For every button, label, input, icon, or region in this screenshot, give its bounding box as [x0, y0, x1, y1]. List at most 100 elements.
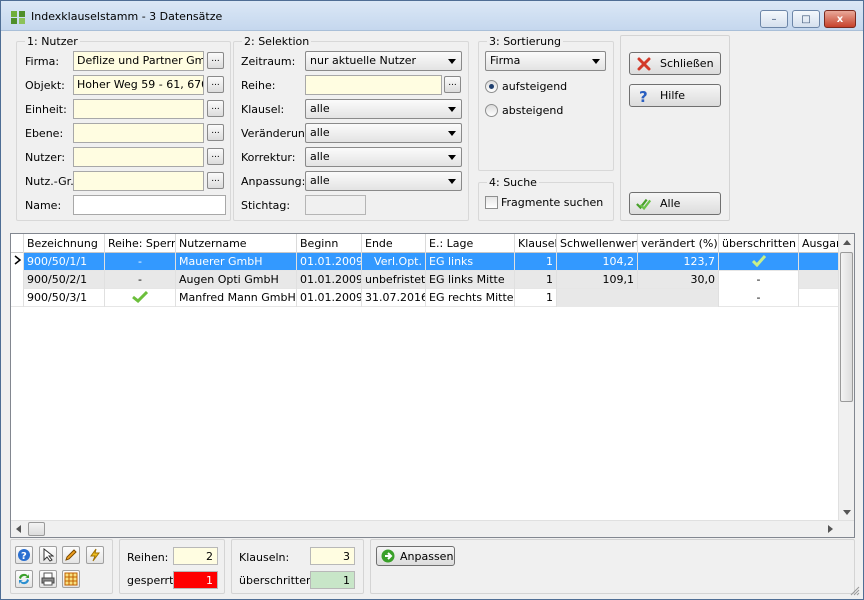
anpassen-label: Anpassen	[400, 549, 454, 563]
horizontal-scroll-thumb[interactable]	[28, 522, 45, 536]
nutzer-field[interactable]	[73, 147, 204, 167]
name-input[interactable]	[73, 195, 226, 215]
korrektur-select[interactable]: alle	[305, 147, 462, 167]
header-ende[interactable]: Ende	[362, 234, 426, 253]
objekt-browse-button[interactable]: ...	[207, 76, 224, 93]
einheit-browse-button[interactable]: ...	[207, 100, 224, 117]
header-beginn[interactable]: Beginn	[297, 234, 362, 253]
close-button[interactable]: x	[824, 10, 856, 28]
reihe-browse-button[interactable]: ...	[444, 76, 461, 93]
ebene-field[interactable]	[73, 123, 204, 143]
schliessen-label: Schließen	[660, 57, 714, 70]
objekt-field[interactable]: Hoher Weg 59 - 61, 67059	[73, 75, 204, 95]
help-tool-button[interactable]: ?	[15, 546, 33, 564]
firma-browse-button[interactable]: ...	[207, 52, 224, 69]
scroll-down-icon[interactable]	[843, 510, 851, 516]
resize-grip-icon[interactable]	[850, 586, 860, 596]
cell-bezeichnung: 900/50/2/1	[24, 271, 105, 289]
aufsteigend-label[interactable]: aufsteigend	[502, 80, 567, 93]
nutzgr-browse-button[interactable]: ...	[207, 172, 224, 189]
schliessen-button[interactable]: Schließen	[629, 52, 721, 75]
reihe-label: Reihe:	[241, 79, 276, 92]
refresh-tool-button[interactable]	[15, 570, 33, 588]
help-icon: ?	[18, 549, 30, 562]
veraenderung-select[interactable]: alle	[305, 123, 462, 143]
table-row[interactable]: 900/50/3/1 Manfred Mann GmbH 01.01.2009 …	[11, 289, 839, 307]
table-tool-button[interactable]	[62, 570, 80, 588]
header-ausgang[interactable]: Ausgan	[799, 234, 839, 253]
absteigend-label[interactable]: absteigend	[502, 104, 563, 117]
header-lage[interactable]: E.: Lage	[426, 234, 515, 253]
header-reihe-sperre[interactable]: Reihe: Sperre	[105, 234, 176, 253]
sortierung-select[interactable]: Firma	[485, 51, 606, 71]
ebene-label: Ebene:	[25, 127, 64, 140]
aufsteigend-radio[interactable]	[485, 80, 498, 93]
einheit-label: Einheit:	[25, 103, 67, 116]
title-bar: Indexklauselstamm - 3 Datensätze – □ x	[1, 1, 863, 31]
reihe-field[interactable]	[305, 75, 442, 95]
cell-beginn: 01.01.2009	[297, 271, 362, 289]
suche-group-title: 4: Suche	[487, 176, 539, 189]
cell-schwellenwert: 109,1	[557, 271, 638, 289]
header-schwellenwert[interactable]: Schwellenwert	[557, 234, 638, 253]
cell-ende: Verl.Opt.	[362, 253, 426, 271]
cell-sperre: -	[105, 271, 176, 289]
minimize-button[interactable]: –	[760, 10, 788, 28]
nutzer-browse-button[interactable]: ...	[207, 148, 224, 165]
korrektur-label: Korrektur:	[241, 151, 296, 164]
scroll-up-icon[interactable]	[843, 239, 851, 245]
table-row[interactable]: 900/50/2/1 - Augen Opti GmbH 01.01.2009 …	[11, 271, 839, 289]
chevron-down-icon	[592, 59, 600, 64]
refresh-icon	[19, 573, 29, 585]
einheit-field[interactable]	[73, 99, 204, 119]
pencil-icon	[65, 549, 77, 561]
klausel-select[interactable]: alle	[305, 99, 462, 119]
gesperrt-label: gesperrt:	[127, 574, 178, 587]
cell-sperre	[105, 289, 176, 307]
edit-tool-button[interactable]	[62, 546, 80, 564]
firma-field[interactable]: Deflize und Partner GmbH	[73, 51, 204, 71]
maximize-button[interactable]: □	[792, 10, 820, 28]
header-ueberschritten[interactable]: überschritten	[719, 234, 799, 253]
cell-ausgang	[799, 253, 839, 271]
fragmente-label[interactable]: Fragmente suchen	[501, 196, 603, 209]
alle-button[interactable]: Alle	[629, 192, 721, 215]
fragmente-checkbox[interactable]	[485, 196, 498, 209]
horizontal-scrollbar[interactable]	[11, 520, 854, 537]
cell-ueberschritten: -	[719, 289, 799, 307]
zeitraum-label: Zeitraum:	[241, 55, 296, 68]
svg-text:?: ?	[21, 551, 27, 562]
table-row[interactable]: 900/50/1/1 - Mauerer GmbH 01.01.2009 Ver…	[11, 253, 839, 271]
anpassung-select[interactable]: alle	[305, 171, 462, 191]
cell-nutzername: Augen Opti GmbH	[176, 271, 297, 289]
alle-label: Alle	[660, 197, 681, 210]
ebene-browse-button[interactable]: ...	[207, 124, 224, 141]
absteigend-radio[interactable]	[485, 104, 498, 117]
scroll-right-icon[interactable]	[828, 525, 834, 533]
vertical-scrollbar[interactable]	[838, 234, 854, 521]
header-veraendert[interactable]: verändert (%)	[638, 234, 719, 253]
header-nutzername[interactable]: Nutzername	[176, 234, 297, 253]
scroll-left-icon[interactable]	[15, 525, 21, 533]
cell-nutzername: Manfred Mann GmbH	[176, 289, 297, 307]
row-pointer-icon	[11, 253, 24, 271]
stichtag-field	[305, 195, 366, 215]
zeitraum-select[interactable]: nur aktuelle Nutzer	[305, 51, 462, 71]
flash-tool-button[interactable]	[86, 546, 104, 564]
pointer-tool-button[interactable]	[39, 546, 57, 564]
anpassen-button[interactable]: Anpassen	[376, 546, 455, 566]
hilfe-button[interactable]: ? Hilfe	[629, 84, 721, 107]
svg-text:?: ?	[639, 88, 648, 104]
zeitraum-value: nur aktuelle Nutzer	[310, 54, 417, 67]
cell-sperre: -	[105, 253, 176, 271]
nutzgr-field[interactable]	[73, 171, 204, 191]
cell-beginn: 01.01.2009	[297, 253, 362, 271]
anpassung-value: alle	[310, 174, 330, 187]
sortierung-group-title: 3: Sortierung	[487, 35, 564, 48]
print-tool-button[interactable]	[39, 570, 57, 588]
header-bezeichnung[interactable]: Bezeichnung	[24, 234, 105, 253]
nutzgr-label: Nutz.-Gr.:	[25, 175, 78, 188]
vertical-scroll-thumb[interactable]	[840, 252, 853, 402]
cell-ende: unbefristet	[362, 271, 426, 289]
header-klausel[interactable]: Klausel	[515, 234, 557, 253]
